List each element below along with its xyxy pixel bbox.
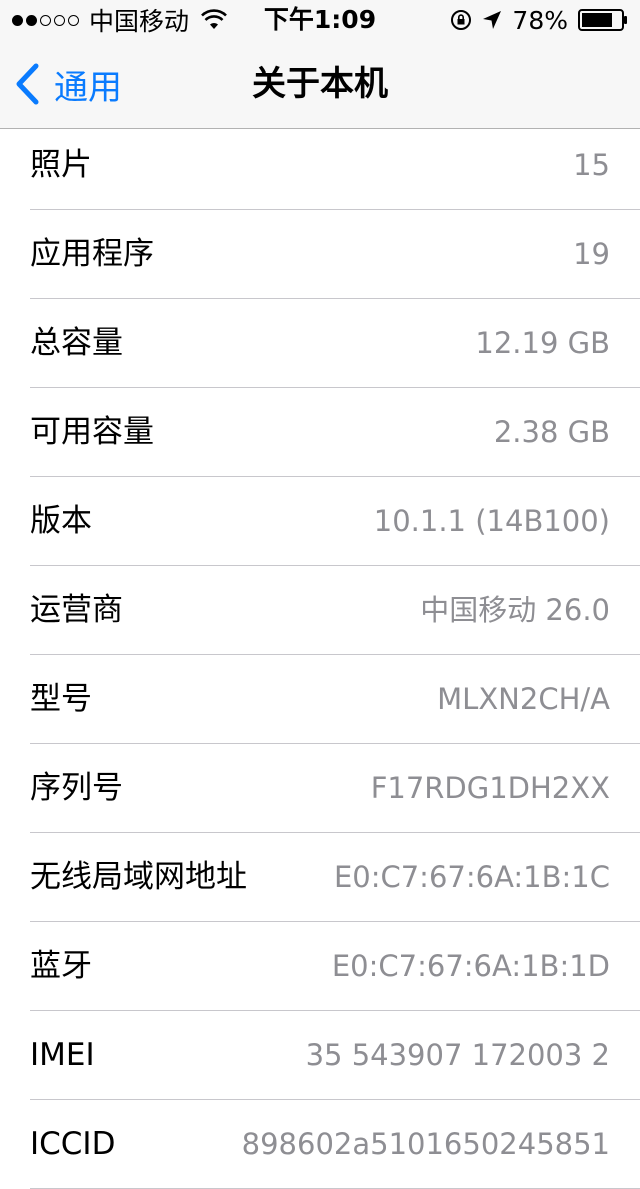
row-value: 35 543907 172003 2 <box>305 1038 610 1072</box>
row-label: 总容量 <box>30 325 123 361</box>
list-item-version[interactable]: 版本 10.1.1 (14B100) <box>30 477 640 566</box>
row-value: 中国移动 26.0 <box>420 593 610 627</box>
location-arrow-icon <box>483 11 502 29</box>
about-list: 照片 15 应用程序 19 总容量 12.19 GB 可用容量 2.38 GB … <box>0 121 640 1189</box>
status-right: 78% <box>450 0 628 40</box>
back-chevron-icon <box>16 63 39 105</box>
back-label: 通用 <box>54 67 122 108</box>
row-value: 19 <box>573 237 610 271</box>
list-item-photos: 照片 15 <box>30 121 640 210</box>
row-value: F17RDG1DH2XX <box>370 771 610 805</box>
rotation-lock-icon <box>451 10 472 30</box>
row-value: E0:C7:67:6A:1B:1D <box>331 949 610 983</box>
row-value: E0:C7:67:6A:1B:1C <box>333 860 610 894</box>
battery-icon <box>578 9 627 31</box>
back-button[interactable]: 通用 <box>14 40 122 128</box>
row-label: ICCID <box>30 1126 116 1162</box>
list-item-imei[interactable]: IMEI 35 543907 172003 2 <box>30 1011 640 1100</box>
row-value: 10.1.1 (14B100) <box>373 504 610 538</box>
row-label: IMEI <box>30 1037 95 1073</box>
row-label: 无线局域网地址 <box>30 859 247 895</box>
row-value: 12.19 GB <box>475 326 610 360</box>
row-label: 照片 <box>30 147 92 183</box>
row-value: 15 <box>573 148 610 182</box>
row-label: 运营商 <box>30 592 123 628</box>
list-item-available: 可用容量 2.38 GB <box>30 388 640 477</box>
navigation-bar: 通用 关于本机 <box>0 40 640 129</box>
row-label: 版本 <box>30 503 92 539</box>
row-label: 应用程序 <box>30 236 154 272</box>
list-item-apps: 应用程序 19 <box>30 210 640 299</box>
row-label: 蓝牙 <box>30 948 92 984</box>
row-value: MLXN2CH/A <box>437 682 610 716</box>
list-item-iccid[interactable]: ICCID 898602a5101650245851 <box>30 1100 640 1189</box>
row-label: 型号 <box>30 681 92 717</box>
list-item-bluetooth[interactable]: 蓝牙 E0:C7:67:6A:1B:1D <box>30 922 640 1011</box>
row-value: 2.38 GB <box>493 415 610 449</box>
row-label: 序列号 <box>30 770 123 806</box>
list-item-carrier[interactable]: 运营商 中国移动 26.0 <box>30 566 640 655</box>
list-item-serial[interactable]: 序列号 F17RDG1DH2XX <box>30 744 640 833</box>
list-item-model[interactable]: 型号 MLXN2CH/A <box>30 655 640 744</box>
row-value: 898602a5101650245851 <box>241 1127 610 1161</box>
list-item-capacity: 总容量 12.19 GB <box>30 299 640 388</box>
list-item-wifi-address[interactable]: 无线局域网地址 E0:C7:67:6A:1B:1C <box>30 833 640 922</box>
battery-percent: 78% <box>512 5 568 35</box>
status-bar: 中国移动 下午1:09 78% <box>0 0 640 40</box>
row-label: 可用容量 <box>30 414 154 450</box>
